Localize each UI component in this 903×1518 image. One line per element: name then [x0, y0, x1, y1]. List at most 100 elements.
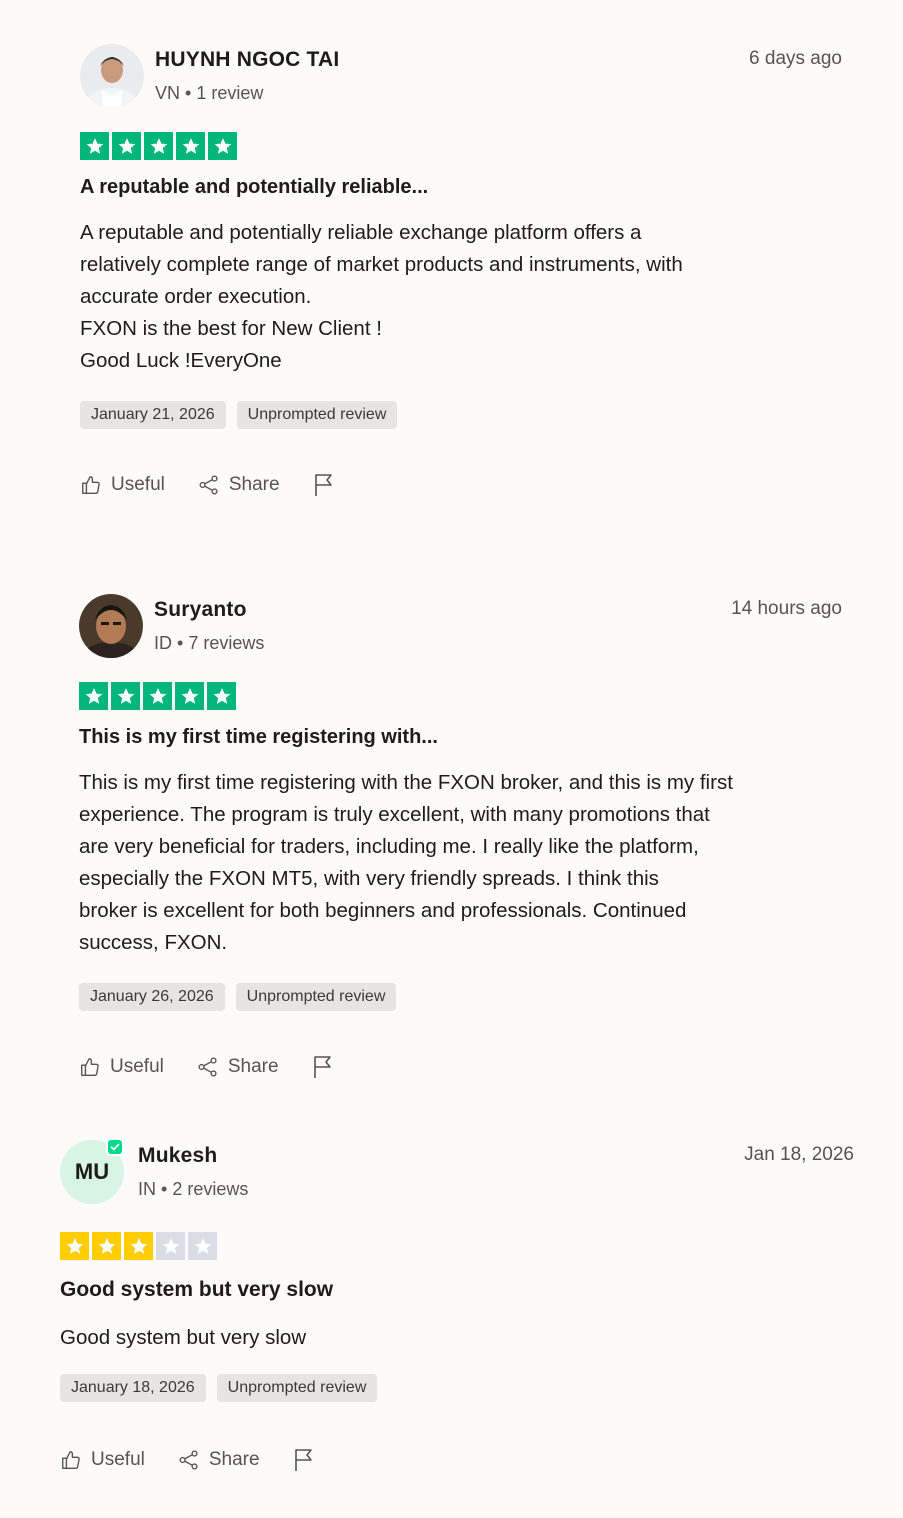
reviewer-review-count: 7 reviews [188, 633, 265, 653]
reviewer-name[interactable]: Suryanto [154, 598, 247, 622]
flag-icon [313, 1056, 331, 1078]
star-icon [79, 682, 108, 710]
share-icon [179, 1450, 198, 1470]
reviewer-meta: IN • 2 reviews [138, 1179, 248, 1200]
report-button[interactable] [312, 1055, 334, 1079]
flag-icon [314, 474, 332, 496]
review-body: A reputable and potentially reliable exc… [80, 217, 842, 377]
reviewer-country: ID [154, 633, 172, 653]
reviewer-review-count: 2 reviews [172, 1179, 249, 1199]
review-time: 6 days ago [749, 48, 842, 69]
review-time: Jan 18, 2026 [744, 1144, 854, 1165]
meta-separator: • [185, 83, 197, 103]
review-actions: Useful Share [80, 473, 842, 497]
unprompted-badge[interactable]: Unprompted review [236, 401, 398, 429]
review-body-line: relatively complete range of market prod… [80, 253, 683, 276]
star-rating [60, 1232, 854, 1260]
share-label: Share [208, 1449, 260, 1470]
report-button[interactable] [313, 473, 335, 497]
star-icon [208, 132, 237, 160]
star-empty-icon [156, 1232, 185, 1260]
avatar[interactable] [80, 44, 144, 108]
reviewer-country: VN [155, 83, 181, 103]
reviewer-name[interactable]: Mukesh [138, 1144, 217, 1168]
avatar[interactable] [79, 594, 143, 658]
review-title[interactable]: Good system but very slow [60, 1278, 854, 1302]
star-icon [176, 132, 205, 160]
share-button[interactable]: Share [197, 1056, 279, 1078]
review-body-line: FXON is the best for New Client ! [80, 317, 382, 340]
review-time: 14 hours ago [731, 598, 842, 619]
share-label: Share [227, 1056, 279, 1077]
useful-button[interactable]: Useful [79, 1056, 164, 1078]
meta-separator: • [161, 1179, 173, 1199]
star-icon [80, 132, 109, 160]
review-header: MU Mukesh IN • 2 reviews Jan 18, 2026 [60, 1138, 854, 1206]
review-tags: January 26, 2026 Unprompted review [79, 983, 842, 1011]
star-icon [207, 682, 236, 710]
reviewer-name[interactable]: HUYNH NGOC TAI [155, 48, 339, 72]
review-actions: Useful Share [79, 1055, 842, 1079]
review-title[interactable]: This is my first time registering with..… [79, 726, 842, 749]
meta-separator: • [177, 633, 189, 653]
star-icon [143, 682, 172, 710]
share-icon [198, 1057, 217, 1077]
useful-label: Useful [110, 1056, 164, 1077]
review-card: HUYNH NGOC TAI VN • 1 review 6 days ago … [80, 44, 842, 497]
review-body-line: success, FXON. [79, 931, 228, 954]
review-body-line: Good Luck !EveryOne [80, 349, 282, 372]
star-empty-icon [188, 1232, 217, 1260]
share-button[interactable]: Share [178, 1449, 260, 1471]
useful-label: Useful [111, 474, 165, 495]
share-label: Share [228, 474, 280, 495]
review-body: Good system but very slow [60, 1322, 854, 1354]
review-header: Suryanto ID • 7 reviews 14 hours ago [79, 594, 842, 660]
review-body-line: accurate order execution. [80, 285, 312, 308]
review-body-line: A reputable and potentially reliable exc… [80, 221, 642, 244]
share-button[interactable]: Share [198, 474, 280, 496]
star-rating [80, 132, 842, 160]
share-icon [199, 475, 218, 495]
review-body-line: Good system but very slow [60, 1326, 307, 1349]
useful-label: Useful [91, 1449, 145, 1470]
review-title[interactable]: A reputable and potentially reliable... [80, 176, 842, 199]
star-rating [79, 682, 842, 710]
reviewer-review-count: 1 review [196, 83, 264, 103]
star-icon [92, 1232, 121, 1260]
thumbs-up-icon [62, 1451, 80, 1469]
verified-icon [106, 1138, 124, 1156]
useful-button[interactable]: Useful [80, 474, 165, 496]
review-body-line: broker is excellent for both beginners a… [79, 899, 687, 922]
avatar-initials: MU [74, 1159, 110, 1184]
thumbs-up-icon [82, 476, 100, 494]
experience-date-badge: January 21, 2026 [80, 401, 226, 429]
experience-date-badge: January 18, 2026 [60, 1374, 206, 1402]
star-icon [144, 132, 173, 160]
flag-icon [294, 1449, 312, 1471]
star-icon [124, 1232, 153, 1260]
star-icon [60, 1232, 89, 1260]
review-card: MU Mukesh IN • 2 reviews Jan 18, 2026 Go… [60, 1138, 854, 1472]
review-body: This is my first time registering with t… [79, 767, 842, 959]
reviewer-meta: ID • 7 reviews [154, 633, 264, 654]
review-tags: January 21, 2026 Unprompted review [80, 401, 842, 429]
review-header: HUYNH NGOC TAI VN • 1 review 6 days ago [80, 44, 842, 110]
thumbs-up-icon [81, 1058, 99, 1076]
avatar[interactable]: MU [60, 1138, 124, 1204]
review-body-line: experience. The program is truly excelle… [79, 803, 710, 826]
experience-date-badge: January 26, 2026 [79, 983, 225, 1011]
star-icon [175, 682, 204, 710]
reviewer-meta: VN • 1 review [155, 83, 263, 104]
reviewer-country: IN [138, 1179, 156, 1199]
review-card: Suryanto ID • 7 reviews 14 hours ago Thi… [79, 594, 842, 1079]
unprompted-badge[interactable]: Unprompted review [235, 983, 397, 1011]
star-icon [111, 682, 140, 710]
review-body-line: This is my first time registering with t… [79, 771, 733, 794]
report-button[interactable] [293, 1448, 315, 1472]
useful-button[interactable]: Useful [60, 1449, 145, 1471]
review-tags: January 18, 2026 Unprompted review [60, 1374, 854, 1402]
review-body-line: are very beneficial for traders, includi… [79, 835, 699, 858]
review-actions: Useful Share [60, 1448, 854, 1472]
review-body-line: especially the FXON MT5, with very frien… [79, 867, 659, 890]
unprompted-badge[interactable]: Unprompted review [216, 1374, 378, 1402]
